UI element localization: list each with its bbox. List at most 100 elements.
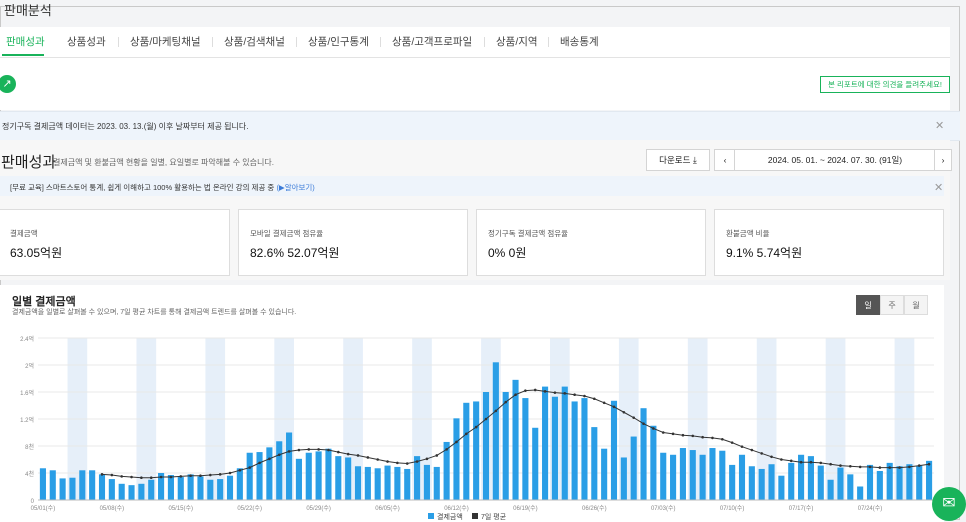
x-tick-label: 06/05(수): [375, 505, 400, 512]
date-prev-button[interactable]: ‹: [714, 149, 736, 171]
bar: [561, 386, 568, 500]
avg-point: [258, 461, 261, 465]
avg-point: [130, 475, 133, 479]
x-tick-label: 05/29(수): [306, 505, 331, 512]
avg-point: [927, 462, 931, 466]
x-tick-label: 05/01(수): [31, 505, 56, 512]
avg-point: [179, 475, 183, 478]
metric-value: 0% 0원: [488, 246, 527, 260]
bar: [502, 392, 509, 500]
avg-point: [878, 466, 882, 469]
bar: [788, 462, 795, 500]
date-range-text: 2024. 05. 01. ~ 2024. 07. 30. (91일): [767, 155, 903, 165]
bar: [492, 362, 499, 500]
tab-divider: [380, 37, 381, 47]
close-icon[interactable]: ✕: [934, 181, 943, 194]
metric-card-subscription-share: 정기구독 결제금액 점유율 0% 0원: [476, 209, 706, 276]
feedback-button[interactable]: 본 리포트에 대한 의견을 들려주세요!: [820, 76, 950, 93]
period-day-button[interactable]: 일: [856, 295, 880, 315]
bar: [532, 427, 539, 500]
avg-point: [494, 409, 498, 413]
avg-point: [622, 410, 626, 414]
education-link[interactable]: (▶알아보기): [276, 183, 314, 192]
tab-divider: [212, 37, 213, 47]
avg-point: [849, 464, 852, 468]
date-range-display[interactable]: 2024. 05. 01. ~ 2024. 07. 30. (91일): [734, 149, 936, 171]
bar: [384, 465, 391, 500]
bar: [512, 379, 519, 500]
tab-product-search[interactable]: 상품/검색채널: [224, 34, 285, 49]
tab-delivery-stats[interactable]: 배송통계: [560, 34, 599, 49]
avg-point: [770, 455, 773, 459]
avg-point: [789, 459, 793, 463]
tab-divider: [484, 37, 485, 47]
y-tick-label: 8천: [25, 443, 34, 451]
bar: [256, 452, 263, 500]
y-tick-label: 1.6억: [20, 389, 34, 397]
bar: [768, 464, 775, 500]
bar: [926, 460, 933, 500]
avg-point: [268, 457, 271, 461]
tab-product-marketing[interactable]: 상품/마케팅채널: [130, 34, 201, 49]
x-tick-label: 06/19(수): [513, 505, 538, 512]
y-tick-label: 2.4억: [20, 335, 34, 343]
download-button[interactable]: 다운로드 ⤓: [646, 149, 710, 171]
avg-point: [366, 456, 370, 459]
period-month-button[interactable]: 월: [904, 295, 928, 315]
bar: [758, 468, 765, 500]
daily-payment-chart: 0 4천 8천 1.2억 1.6억 2억 2.4억 05/01(수) 05/08(수) 05/15…: [20, 335, 934, 521]
avg-point: [484, 417, 488, 421]
bar: [610, 400, 618, 500]
education-notice: [무료 교육] 스마트스토어 통계, 쉽게 이해하고 100% 활용하는 법 온…: [0, 176, 944, 196]
avg-point: [612, 405, 616, 409]
avg-point: [415, 460, 419, 463]
bar: [679, 448, 686, 500]
bar: [325, 448, 332, 500]
bar: [167, 475, 174, 500]
y-tick-label: 0: [31, 499, 35, 505]
avg-point: [376, 458, 379, 461]
bar: [689, 450, 696, 500]
bar: [118, 483, 125, 500]
avg-point: [396, 461, 399, 465]
avg-point: [730, 441, 734, 444]
avg-point: [474, 425, 478, 429]
bar: [236, 468, 243, 500]
avg-point: [110, 473, 114, 477]
bar: [581, 398, 588, 500]
avg-point: [248, 466, 251, 469]
bar: [128, 485, 135, 500]
bar: [423, 464, 430, 500]
close-icon[interactable]: ✕: [935, 119, 944, 132]
metric-label: 결제금액: [10, 229, 38, 238]
bar: [827, 479, 834, 500]
date-next-button[interactable]: ›: [934, 149, 952, 171]
bar: [148, 479, 155, 500]
tab-product-customer-profile[interactable]: 상품/고객프로파일: [392, 34, 472, 49]
tab-product-performance[interactable]: 상품성과: [67, 34, 106, 49]
chat-icon[interactable]: ✉: [932, 487, 966, 521]
tab-bar: 판매성과 상품성과 상품/마케팅채널 상품/검색채널 상품/인구통계 상품/고객…: [0, 27, 950, 58]
avg-point: [228, 471, 232, 475]
avg-point: [780, 458, 783, 461]
x-tick-label: 06/12(수): [444, 505, 469, 512]
bar: [197, 476, 204, 500]
tab-product-demographics[interactable]: 상품/인구통계: [308, 34, 369, 49]
avg-point: [533, 388, 537, 392]
tab-product-region[interactable]: 상품/지역: [496, 34, 538, 49]
avg-point: [829, 462, 832, 466]
bar: [49, 470, 56, 500]
bar: [374, 468, 381, 500]
bar: [738, 454, 746, 500]
y-tick-label: 4천: [25, 470, 34, 478]
avg-point: [317, 448, 320, 451]
avg-point: [888, 466, 891, 469]
bar: [453, 418, 460, 500]
bar: [817, 465, 824, 500]
avg-point: [740, 445, 744, 448]
metric-label: 모바일 결제금액 점유율: [250, 229, 324, 238]
avg-point: [159, 475, 163, 479]
period-week-button[interactable]: 주: [880, 295, 904, 315]
tab-sales-performance[interactable]: 판매성과: [6, 34, 45, 49]
x-tick-label: 07/10(수): [720, 505, 745, 512]
